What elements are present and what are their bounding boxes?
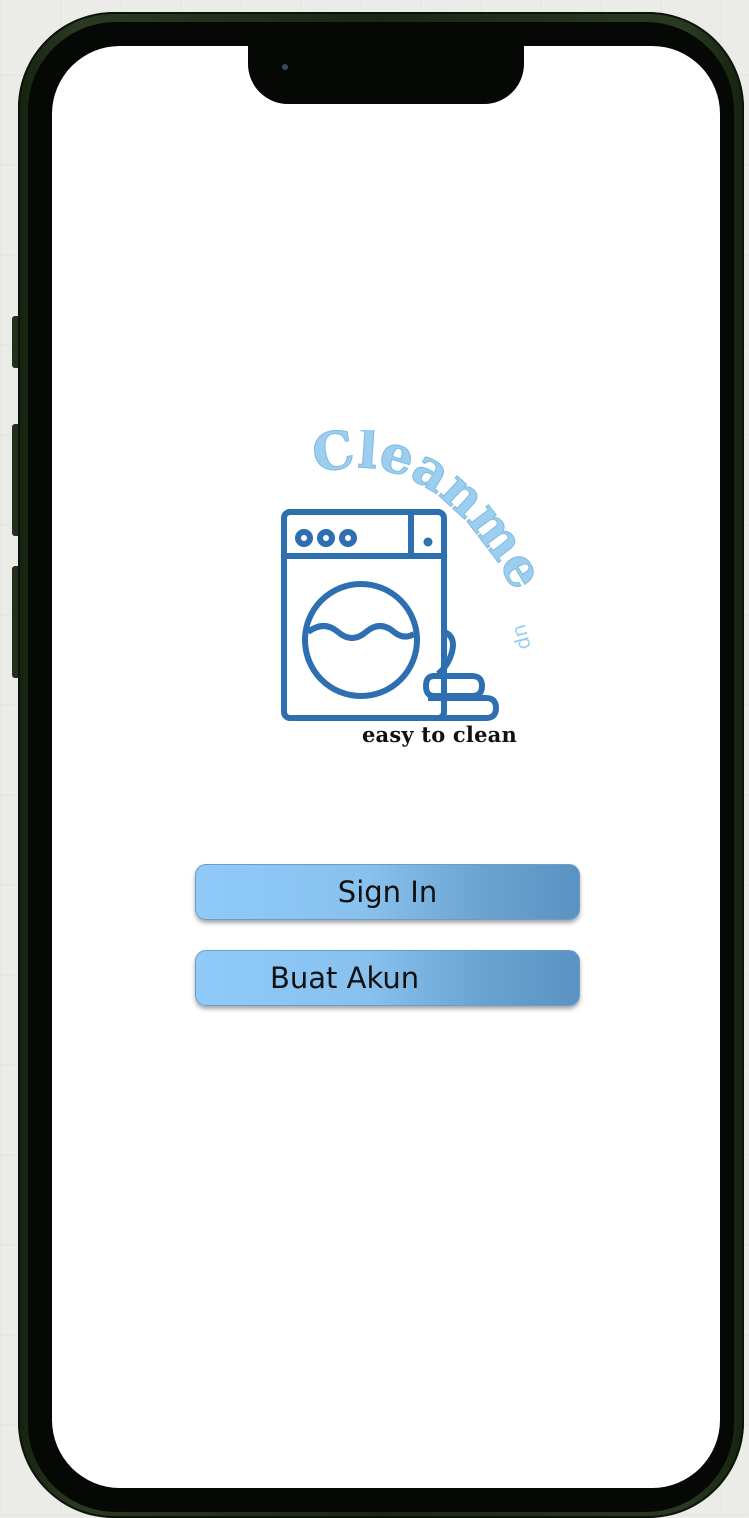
create-account-label: Buat Akun [270,961,420,995]
notch [248,44,524,104]
tagline: easy to clean [362,722,517,747]
svg-text:up: up [509,621,536,652]
app-logo: Cleanme up [281,430,536,721]
washing-machine-icon [281,509,499,721]
camera-icon [282,64,288,70]
sign-in-label: Sign In [337,875,438,909]
sign-in-button[interactable]: Sign In [195,864,580,920]
create-account-button[interactable]: Buat Akun [195,950,580,1006]
screen [52,46,720,1488]
